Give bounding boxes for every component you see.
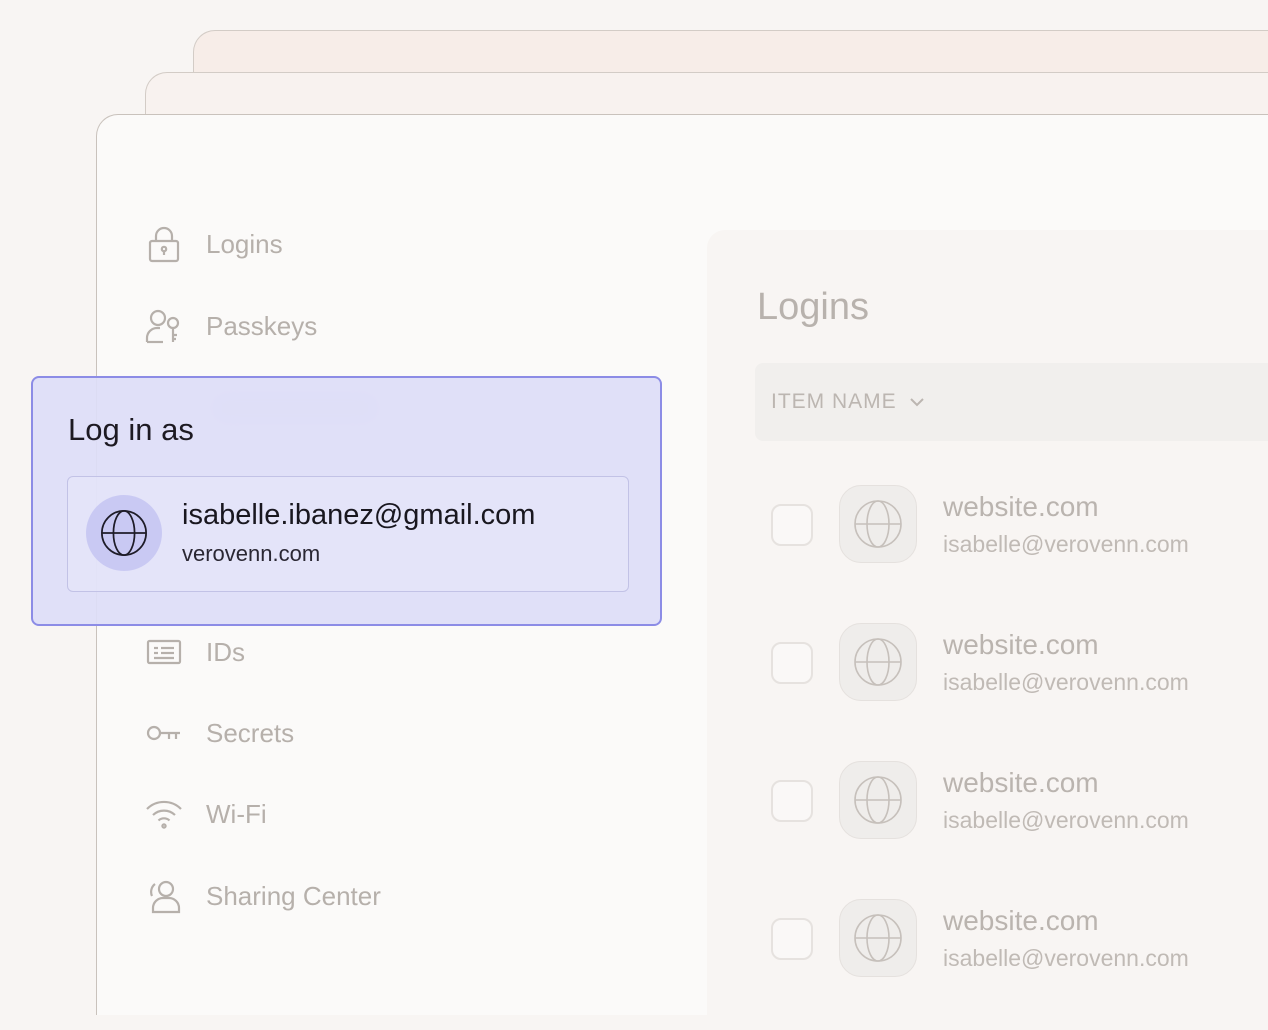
page-title: Logins [757, 286, 869, 328]
row-site: website.com [943, 629, 1099, 660]
popup-title: Log in as [68, 412, 194, 447]
account-email: isabelle.ibanez@gmail.com [182, 499, 536, 531]
globe-icon [854, 776, 902, 824]
globe-icon [854, 638, 902, 686]
list-item[interactable]: website.com isabelle@verovenn.com [771, 485, 1268, 565]
site-tile [839, 899, 917, 977]
sidebar-item-label: Passkeys [206, 310, 318, 341]
list-item[interactable]: website.com isabelle@verovenn.com [771, 761, 1268, 841]
site-tile [839, 761, 917, 839]
passkey-icon [144, 306, 184, 346]
column-header-label: ITEM NAME [771, 390, 897, 413]
row-site: website.com [943, 491, 1099, 522]
row-checkbox[interactable] [771, 780, 813, 822]
row-checkbox[interactable] [771, 504, 813, 546]
row-email: isabelle@verovenn.com [943, 531, 1189, 557]
row-email: isabelle@verovenn.com [943, 669, 1189, 695]
list-item[interactable]: website.com isabelle@verovenn.com [771, 623, 1268, 703]
row-checkbox[interactable] [771, 642, 813, 684]
row-checkbox[interactable] [771, 918, 813, 960]
sidebar-item-label: Wi-Fi [206, 798, 267, 829]
row-email: isabelle@verovenn.com [943, 945, 1189, 971]
sidebar-item-sharing-center[interactable]: Sharing Center [144, 876, 381, 916]
lock-icon [144, 224, 184, 264]
item-name-sort-header[interactable]: ITEM NAME [755, 363, 1268, 441]
sharing-icon [144, 876, 184, 916]
sidebar-item-label: IDs [206, 636, 245, 667]
wifi-icon [144, 794, 184, 834]
globe-icon [854, 914, 902, 962]
row-site: website.com [943, 767, 1099, 798]
login-as-popup: Log in as isabelle.ibanez@gmail.com vero… [31, 376, 662, 626]
sidebar-item-label: Logins [206, 228, 283, 259]
site-tile [839, 623, 917, 701]
key-icon [144, 713, 184, 753]
list-item[interactable]: website.com isabelle@verovenn.com [771, 899, 1268, 979]
sidebar-item-secrets[interactable]: Secrets [144, 713, 294, 753]
account-avatar [86, 495, 162, 571]
id-card-icon [144, 632, 184, 672]
sidebar-item-label: Secrets [206, 717, 295, 748]
sidebar-item-ids[interactable]: IDs [144, 632, 245, 672]
account-option[interactable]: isabelle.ibanez@gmail.com verovenn.com [67, 476, 629, 592]
sidebar-item-passkeys[interactable]: Passkeys [144, 306, 317, 346]
row-email: isabelle@verovenn.com [943, 807, 1189, 833]
sidebar-item-logins[interactable]: Logins [144, 224, 283, 264]
chevron-down-icon [909, 398, 924, 407]
sidebar-item-label: Sharing Center [206, 880, 381, 911]
account-site: verovenn.com [182, 541, 321, 566]
globe-icon [854, 500, 902, 548]
globe-icon [101, 510, 147, 556]
site-tile [839, 485, 917, 563]
row-site: website.com [943, 905, 1099, 936]
sidebar-item-wifi[interactable]: Wi-Fi [144, 794, 267, 834]
